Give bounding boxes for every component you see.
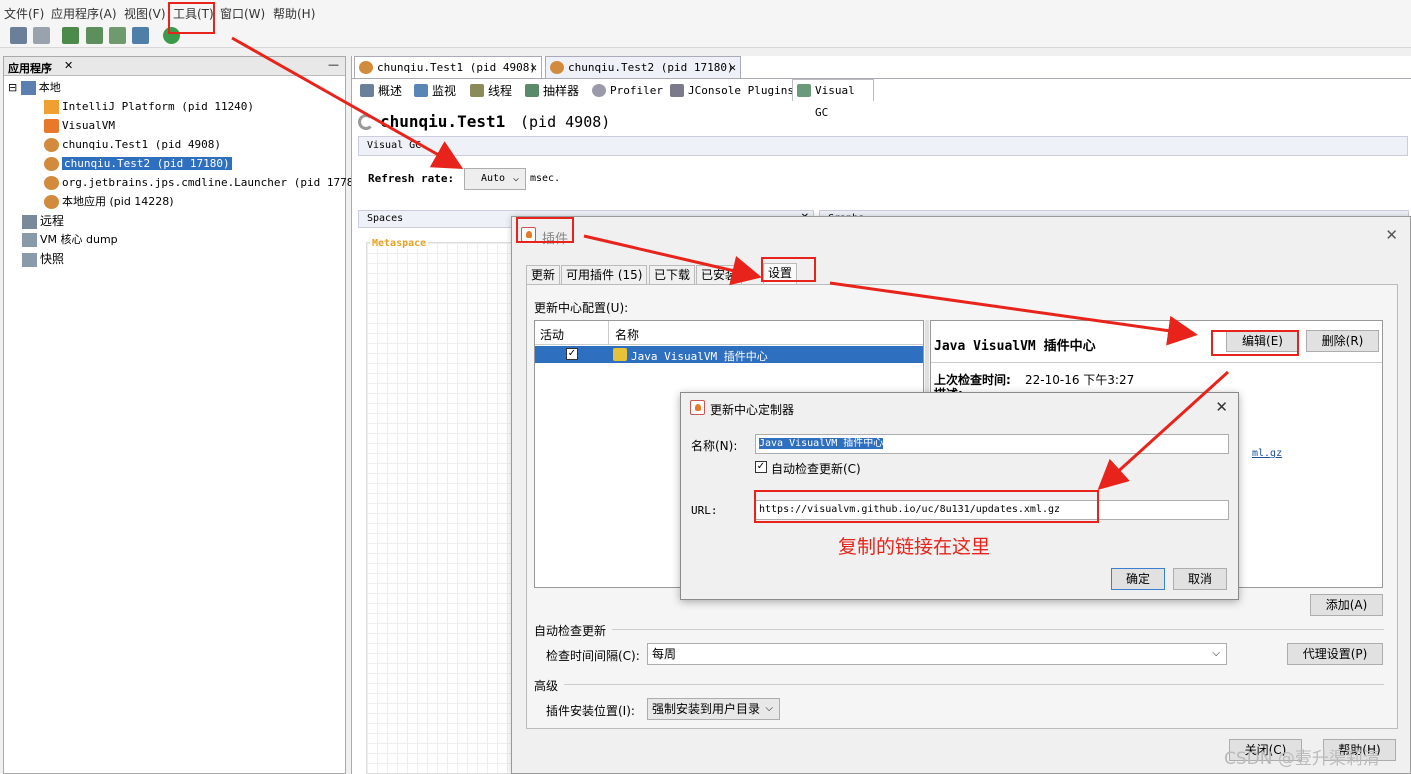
annotation-arrows xyxy=(231,36,1230,491)
arrow-4 xyxy=(1097,370,1230,491)
arrow-1 xyxy=(231,36,464,169)
watermark: CSDN @壹升渠莉清 xyxy=(1224,749,1380,769)
arrow-3 xyxy=(829,281,1198,346)
annotation-text: 复制的链接在这里 xyxy=(838,536,991,558)
arrow-2 xyxy=(583,234,762,286)
